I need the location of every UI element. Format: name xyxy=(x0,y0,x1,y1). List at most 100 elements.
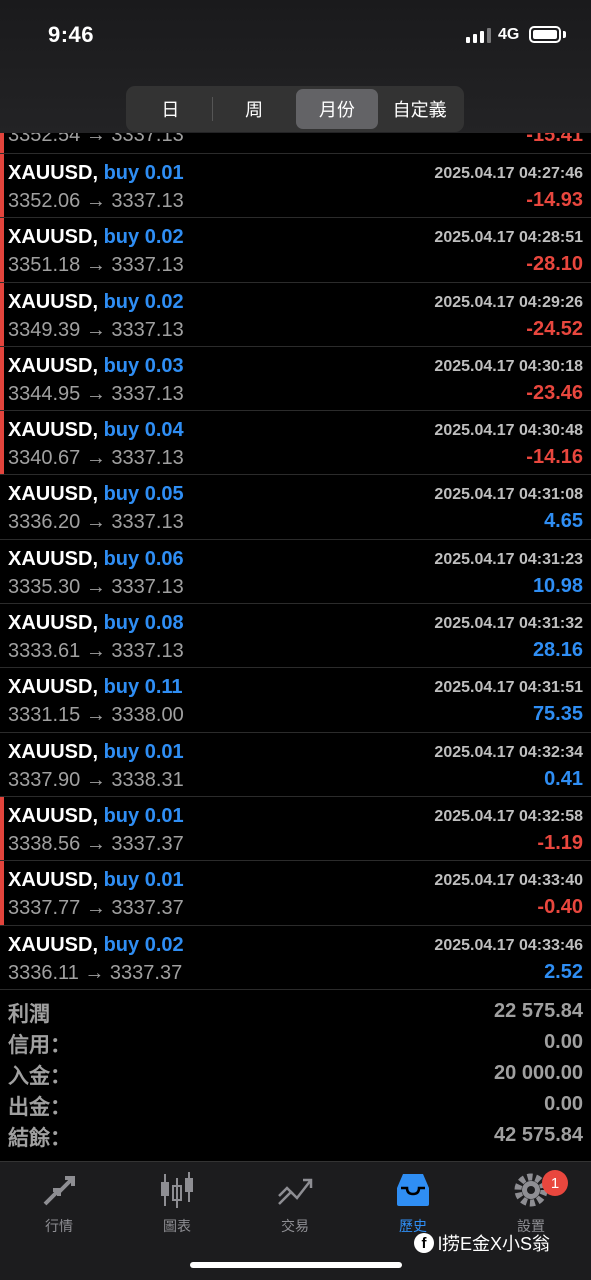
account-summary: 利潤 22 575.84 信用： 0.00 入金： 20 000.00 出金： 0.00 結餘：… xyxy=(0,996,591,1151)
symbol-label: XAUUSD, buy 0.02 xyxy=(8,226,184,249)
profit-value: 0.41 xyxy=(544,767,583,790)
table-row[interactable]: XAUUSD, buy 0.05 2025.04.17 04:31:08 3336.… xyxy=(0,475,591,540)
table-row[interactable]: XAUUSD, buy 0.11 2025.04.17 04:31:51 3331.… xyxy=(0,668,591,733)
symbol: XAUUSD, xyxy=(8,933,99,956)
tab-quotes[interactable]: 行情 xyxy=(0,1170,118,1240)
summary-label: 入金： xyxy=(8,1065,71,1088)
table-row[interactable]: XAUUSD, buy 0.02 2025.04.17 04:28:51 3351.… xyxy=(0,218,591,283)
symbol-label: XAUUSD, buy 0.01 xyxy=(8,741,184,764)
profit-value: -1.19 xyxy=(537,831,583,854)
price-range: 3340.67 → 3337.13 xyxy=(8,447,184,470)
symbol-label: XAUUSD, buy 0.03 xyxy=(8,355,184,378)
candlestick-chart-icon xyxy=(161,1172,193,1208)
symbol-label: XAUUSD, buy 0.08 xyxy=(8,612,184,635)
symbol: XAUUSD, xyxy=(8,162,99,184)
symbol: XAUUSD, xyxy=(8,740,99,763)
symbol: XAUUSD, xyxy=(8,354,99,377)
network-type: 4G xyxy=(498,26,520,43)
table-row[interactable]: XAUUSD, buy 0.04 2025.04.17 04:30:48 3340.… xyxy=(0,411,591,476)
close-time: 2025.04.17 04:31:08 xyxy=(434,486,583,504)
symbol-label: XAUUSD, buy 0.02 xyxy=(8,934,184,957)
profit-value: 4.65 xyxy=(544,510,583,533)
order-side: buy 0.05 xyxy=(103,483,184,506)
profit-value: 28.16 xyxy=(532,639,583,662)
close-time: 2025.04.17 04:31:32 xyxy=(434,615,583,633)
close-time: 2025.04.17 04:33:40 xyxy=(434,872,583,890)
profit-value: -14.16 xyxy=(526,446,583,469)
price-range: 3351.18 → 3337.13 xyxy=(8,254,184,277)
price-range: 3352.06 → 3337.13 xyxy=(8,190,184,212)
symbol: XAUUSD, xyxy=(8,226,99,249)
summary-row: 出金： 0.00 xyxy=(0,1089,591,1120)
price-range: 3337.77 → 3337.37 xyxy=(8,897,184,920)
summary-value: 0.00 xyxy=(544,1093,583,1115)
profit-value: 2.52 xyxy=(544,960,583,983)
profit-value: 10.98 xyxy=(532,574,583,597)
tab-label: 圖表 xyxy=(163,1218,191,1234)
loss-indicator xyxy=(0,154,4,218)
summary-row: 利潤 22 575.84 xyxy=(0,996,591,1027)
order-side: buy 0.02 xyxy=(103,290,184,313)
tab-trade[interactable]: 交易 xyxy=(236,1170,354,1240)
battery-icon xyxy=(529,26,561,43)
table-row[interactable]: XAUUSD, buy 0.01 2025.04.17 04:27:46 3352.… xyxy=(0,154,591,219)
summary-value: 0.00 xyxy=(544,1031,583,1053)
facebook-icon: f xyxy=(414,1233,434,1253)
home-indicator xyxy=(190,1262,402,1268)
close-time: 2025.04.17 04:28:51 xyxy=(434,229,583,247)
order-side: buy 0.01 xyxy=(103,869,184,892)
price-range: 3333.61 → 3337.13 xyxy=(8,640,184,663)
order-side: buy 0.11 xyxy=(103,676,183,699)
signal-icon xyxy=(466,27,491,43)
quotes-arrows-icon xyxy=(43,1176,75,1206)
tab-label: 行情 xyxy=(45,1218,73,1234)
table-row[interactable]: XAUUSD, buy 0.08 2025.04.17 04:31:32 3333.… xyxy=(0,604,591,669)
price-range: 3344.95 → 3337.13 xyxy=(8,382,184,405)
symbol-label: XAUUSD, buy 0.11 xyxy=(8,676,183,699)
summary-label: 信用： xyxy=(8,1034,71,1057)
order-side: buy 0.02 xyxy=(103,226,184,249)
summary-row: 信用： 0.00 xyxy=(0,1027,591,1058)
table-row[interactable]: XAUUSD, buy 0.01 2025.04.17 04:33:40 3337.… xyxy=(0,861,591,926)
loss-indicator xyxy=(0,282,4,346)
tab-charts[interactable]: 圖表 xyxy=(118,1170,236,1240)
price-range: 3336.20 → 3337.13 xyxy=(8,511,184,534)
table-row[interactable]: XAUUSD, buy 0.06 2025.04.17 04:31:23 3335.… xyxy=(0,540,591,605)
summary-row: 入金： 20 000.00 xyxy=(0,1058,591,1089)
symbol: XAUUSD, xyxy=(8,869,99,892)
segment-custom[interactable]: 自定義 xyxy=(378,89,461,129)
price-range: 3331.15 → 3338.00 xyxy=(8,704,184,727)
symbol: XAUUSD, xyxy=(8,612,99,635)
close-time: 2025.04.17 04:32:34 xyxy=(434,743,583,761)
watermark: f l捞E金X小S翁 xyxy=(414,1230,550,1256)
battery-tip xyxy=(563,31,566,38)
symbol-label: XAUUSD, buy 0.05 xyxy=(8,483,184,506)
close-time: 2025.04.17 04:30:48 xyxy=(434,422,583,440)
segment-day[interactable]: 日 xyxy=(129,89,212,129)
close-time: 2025.04.17 04:31:51 xyxy=(434,679,583,697)
loss-indicator xyxy=(0,218,4,282)
symbol: XAUUSD, xyxy=(8,804,99,827)
close-time: 2025.04.17 04:29:26 xyxy=(434,293,583,311)
summary-label: 出金： xyxy=(8,1096,71,1119)
order-side: buy 0.08 xyxy=(103,612,184,635)
order-side: buy 0.06 xyxy=(103,547,184,570)
close-time: 2025.04.17 04:32:58 xyxy=(434,807,583,825)
price-range: 3349.39 → 3337.13 xyxy=(8,318,184,341)
close-time: 2025.04.17 04:31:23 xyxy=(434,550,583,568)
summary-value: 42 575.84 xyxy=(494,1124,583,1146)
order-side: buy 0.01 xyxy=(103,740,184,763)
price-range: 3336.11 → 3337.37 xyxy=(8,961,183,984)
table-row[interactable]: XAUUSD, buy 0.03 2025.04.17 04:30:18 3344.… xyxy=(0,346,591,412)
table-row[interactable]: XAUUSD, buy 0.02 2025.04.17 04:29:26 3349.… xyxy=(0,282,591,347)
segment-week[interactable]: 周 xyxy=(213,89,296,129)
segment-month[interactable]: 月份 xyxy=(295,89,379,129)
history-tray-icon xyxy=(397,1174,429,1206)
profit-value: -28.10 xyxy=(526,253,583,276)
table-row[interactable]: XAUUSD, buy 0.01 2025.04.17 04:32:34 3337.… xyxy=(0,733,591,797)
table-row[interactable]: XAUUSD, buy 0.01 2025.04.17 04:32:58 3338.… xyxy=(0,796,591,862)
price-range: 3337.90 → 3338.31 xyxy=(8,768,184,791)
history-list: 3352.54 → 3337.13 -15.41 XAUUSD, buy 0.0… xyxy=(0,122,591,990)
table-row[interactable]: XAUUSD, buy 0.02 2025.04.17 04:33:46 3336.… xyxy=(0,926,591,990)
profit-value: -0.40 xyxy=(537,896,583,919)
